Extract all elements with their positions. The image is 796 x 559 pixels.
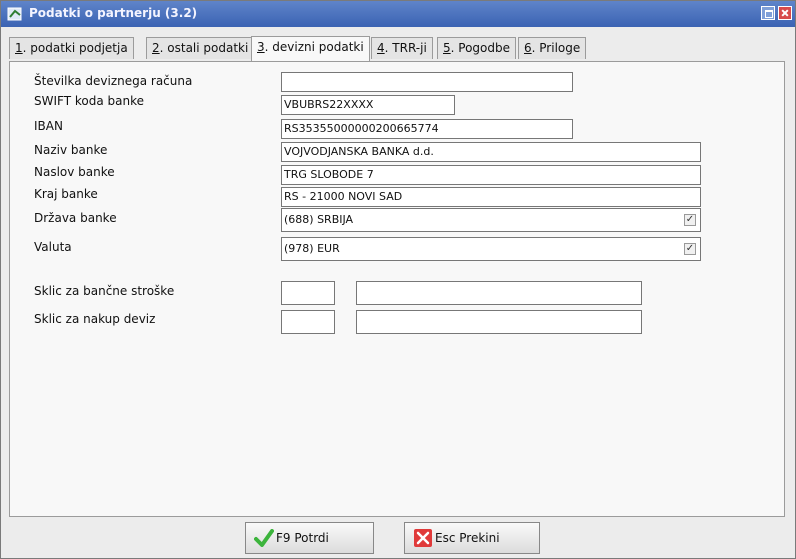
bank-city-value: RS - 21000 NOVI SAD — [284, 190, 403, 203]
check-dropdown-icon[interactable]: ✓ — [684, 214, 696, 226]
tab-number: 6 — [524, 41, 532, 55]
bank-city-label: Kraj banke — [34, 187, 98, 201]
cancel-label: Esc Prekini — [435, 531, 500, 545]
cancel-button[interactable]: Esc Prekini — [404, 522, 540, 554]
bank-name-field[interactable]: VOJVODJANSKA BANKA d.d. — [281, 142, 701, 162]
tab-label: . devizni podatki — [264, 40, 364, 54]
bank-address-value: TRG SLOBODE 7 — [284, 168, 374, 181]
app-icon — [7, 7, 22, 21]
swift-value: VBUBRS22XXXX — [284, 98, 374, 111]
swift-label: SWIFT koda banke — [34, 94, 144, 108]
account-label: Številka deviznega računa — [34, 74, 193, 88]
currency-select[interactable]: (978) EUR ✓ — [281, 237, 701, 261]
bank-country-label: Država banke — [34, 211, 117, 225]
ref-costs-code-field[interactable] — [281, 281, 335, 305]
iban-label: IBAN — [34, 119, 63, 133]
confirm-label: F9 Potrdi — [276, 531, 329, 545]
ref-purchase-field[interactable] — [356, 310, 642, 334]
bank-address-field[interactable]: TRG SLOBODE 7 — [281, 165, 701, 185]
swift-field[interactable]: VBUBRS22XXXX — [281, 95, 455, 115]
bank-name-label: Naziv banke — [34, 143, 108, 157]
close-window-button[interactable] — [778, 6, 792, 20]
tab-number: 4 — [377, 41, 385, 55]
tab-contracts[interactable]: 5. Pogodbe — [437, 37, 516, 59]
tab-company-data[interactable]: 1. podatki podjetja — [9, 37, 134, 59]
ref-costs-label: Sklic za bančne stroške — [34, 284, 175, 298]
checkmark-icon — [254, 529, 274, 547]
title-bar[interactable]: Podatki o partnerju (3.2) — [1, 1, 795, 27]
ref-purchase-label: Sklic za nakup deviz — [34, 312, 156, 326]
tab-other-data[interactable]: 2. ostali podatki — [146, 37, 255, 59]
tab-label: . TRR-ji — [384, 41, 427, 55]
tab-number: 2 — [152, 41, 160, 55]
ref-purchase-code-field[interactable] — [281, 310, 335, 334]
tab-number: 5 — [443, 41, 451, 55]
tab-label: . Priloge — [531, 41, 581, 55]
window-title: Podatki o partnerju (3.2) — [29, 6, 198, 20]
close-icon — [414, 529, 432, 547]
bank-city-field[interactable]: RS - 21000 NOVI SAD — [281, 187, 701, 207]
bank-name-value: VOJVODJANSKA BANKA d.d. — [284, 145, 434, 158]
currency-label: Valuta — [34, 240, 72, 254]
currency-value: (978) EUR — [284, 242, 340, 255]
tab-foreign-data[interactable]: 3. devizni podatki — [251, 36, 370, 61]
tab-label: . podatki podjetja — [22, 41, 128, 55]
tab-trr[interactable]: 4. TRR-ji — [371, 37, 433, 59]
bank-address-label: Naslov banke — [34, 165, 115, 179]
tab-label: . Pogodbe — [450, 41, 510, 55]
button-bar: F9 Potrdi Esc Prekini — [9, 518, 785, 558]
tab-attachments[interactable]: 6. Priloge — [518, 37, 587, 59]
partner-window: Podatki o partnerju (3.2) 1. podatki pod… — [0, 0, 796, 559]
iban-value: RS35355000000200665774 — [284, 122, 439, 135]
tab-label: . ostali podatki — [159, 41, 249, 55]
maximize-button[interactable] — [761, 6, 775, 20]
confirm-button[interactable]: F9 Potrdi — [245, 522, 374, 554]
check-dropdown-icon[interactable]: ✓ — [684, 243, 696, 255]
tab-number: 3 — [257, 40, 265, 54]
ref-costs-field[interactable] — [356, 281, 642, 305]
tab-number: 1 — [15, 41, 23, 55]
account-field[interactable] — [281, 72, 573, 92]
bank-country-value: (688) SRBIJA — [284, 213, 354, 226]
bank-country-select[interactable]: (688) SRBIJA ✓ — [281, 208, 701, 232]
iban-field[interactable]: RS35355000000200665774 — [281, 119, 573, 139]
